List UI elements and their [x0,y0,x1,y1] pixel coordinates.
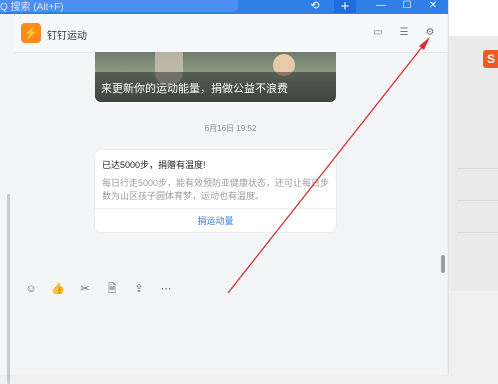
conversation-list-scrollbar[interactable] [7,194,10,384]
background-window: S [448,0,498,375]
dingtalk-sport-app-icon: ⚡ [21,23,41,43]
add-button[interactable]: + [334,0,356,14]
folder-icon[interactable]: ▭ [371,27,385,39]
conversation-list-edge [0,14,15,384]
more-icon[interactable]: ⋯ [159,282,173,296]
divider-line [457,200,498,201]
background-window-content [449,36,498,291]
card-divider [95,208,336,209]
chat-scrollbar[interactable] [441,255,445,273]
background-app-logo: S [483,50,498,68]
divider-line [457,232,498,233]
scissors-icon[interactable]: ✂ [78,282,92,296]
folder-upload-icon[interactable]: ⇪ [132,282,146,296]
settings-gear-icon[interactable]: ⚙ [423,27,437,39]
donate-steps-link[interactable]: 捐运动量 [95,214,336,227]
search-placeholder: Q 搜索 (Alt+F) [0,2,64,13]
search-record-icon[interactable]: ☰ [397,27,411,39]
banner-message[interactable]: 来更新你的运动能量，捐做公益不浪费 [95,52,336,102]
emoji-icon[interactable]: ☺ [24,282,38,296]
banner-caption: 来更新你的运动能量，捐做公益不浪费 [101,83,288,95]
like-icon[interactable]: 👍 [51,282,65,296]
background-window-top [449,0,498,30]
maximize-icon[interactable]: ☐ [398,0,416,12]
background-window-bottom [449,291,498,375]
card-body: 每日行走5000步，能有效预防亚健康状态，还可让每日步数为山区孩子圆体育梦，运动… [102,178,330,201]
top-bar: Q 搜索 (Alt+F) ⟲ + — ☐ ✕ [0,0,448,14]
history-icon[interactable]: ⟲ [308,0,322,12]
message-card: 已达5000步，捐赠有温度! 每日行走5000步，能有效预防亚健康状态，还可让每… [95,150,336,232]
document-add-icon[interactable]: 🗎 [105,282,119,296]
close-icon[interactable]: ✕ [424,0,442,12]
divider-line [457,168,498,169]
chat-title: 钉钉运动 [47,31,87,42]
search-box[interactable]: Q 搜索 (Alt+F) [0,0,238,13]
minimize-icon[interactable]: — [372,0,390,12]
card-title: 已达5000步，捐赠有温度! [102,160,206,170]
